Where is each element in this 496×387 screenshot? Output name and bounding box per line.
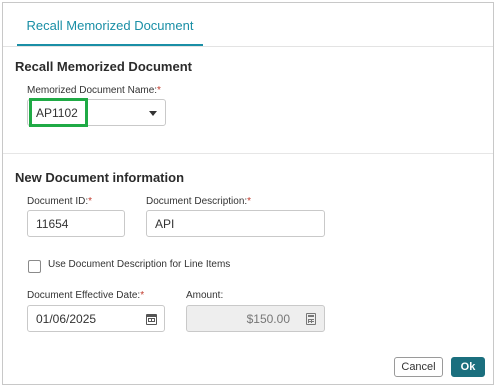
use-description-checkbox-label[interactable]: Use Document Description for Line Items (48, 259, 230, 270)
focus-highlight-box (29, 98, 88, 127)
required-marker: * (88, 196, 93, 207)
cancel-button[interactable]: Cancel (394, 357, 443, 377)
use-description-checkbox[interactable] (28, 260, 41, 273)
ok-button[interactable]: Ok (451, 357, 485, 377)
dialog: Recall Memorized Document Recall Memoriz… (2, 2, 494, 385)
effective-date-value: 01/06/2025 (36, 311, 97, 326)
amount-input: $150.00 (186, 305, 325, 332)
amount-value: $150.00 (246, 311, 290, 326)
document-description-value: API (155, 216, 175, 231)
document-id-label: Document ID:* (27, 196, 93, 207)
document-id-value: 11654 (36, 216, 69, 231)
tab-label: Recall Memorized Document (26, 18, 194, 33)
amount-label: Amount: (186, 290, 224, 301)
document-description-input[interactable]: API (146, 210, 325, 237)
chevron-down-icon (149, 111, 157, 116)
section-divider (3, 153, 493, 154)
calculator-icon (306, 313, 316, 325)
required-marker: * (140, 290, 145, 301)
recall-section-title: Recall Memorized Document (15, 59, 192, 74)
document-description-label: Document Description:* (146, 196, 252, 207)
tab-bar-divider (3, 46, 493, 47)
required-marker: * (157, 85, 161, 96)
effective-date-input[interactable]: 01/06/2025 (27, 305, 165, 332)
memorized-document-name-label: Memorized Document Name:* (27, 85, 161, 96)
effective-date-label: Document Effective Date:* (27, 290, 145, 301)
required-marker: * (247, 196, 252, 207)
new-document-section-title: New Document information (15, 170, 185, 185)
calendar-icon[interactable] (146, 314, 157, 325)
document-id-input[interactable]: 11654 (27, 210, 125, 237)
